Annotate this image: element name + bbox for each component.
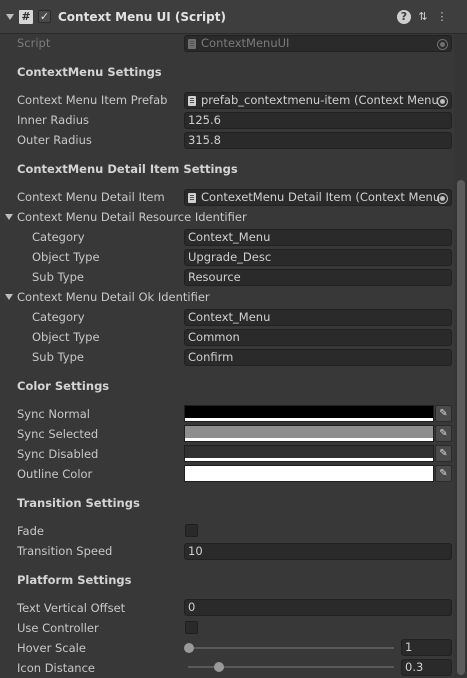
script-label: Script (17, 36, 51, 50)
ok-object-type-label: Object Type (32, 330, 100, 344)
inspector-scrollbar[interactable] (454, 34, 467, 678)
sync-selected-color-field[interactable] (184, 425, 434, 442)
text-vertical-offset-input[interactable]: 0 (184, 599, 452, 616)
presets-icon[interactable]: ⇅ (416, 10, 430, 24)
ok-sub-type-input[interactable]: Confirm (184, 349, 452, 366)
ok-category-input[interactable]: Context_Menu (184, 309, 452, 326)
icon-distance-input[interactable]: 0.3 (401, 659, 452, 676)
section-detail-item-settings: ContextMenu Detail Item Settings (17, 162, 238, 176)
ok-object-type-input[interactable]: Common (184, 329, 452, 346)
resource-category-label: Category (32, 230, 85, 244)
item-prefab-value: prefab_contextmenu-item (Context Menu (201, 93, 439, 107)
object-picker-icon[interactable] (437, 96, 448, 107)
detail-item-field[interactable]: ContexetMenu Detail Item (Context Menu (184, 189, 452, 206)
ok-identifier-foldout-icon[interactable] (5, 294, 13, 300)
sync-disabled-label: Sync Disabled (17, 447, 99, 461)
hover-scale-slider-track[interactable] (188, 647, 394, 649)
item-prefab-field[interactable]: prefab_contextmenu-item (Context Menu (184, 92, 452, 109)
resource-object-type-input[interactable]: Upgrade_Desc (184, 249, 452, 266)
text-vertical-offset-label: Text Vertical Offset (17, 601, 126, 615)
eyedropper-icon[interactable]: ✎ (435, 465, 452, 482)
prefab-icon (188, 96, 196, 106)
help-icon[interactable]: ? (397, 10, 411, 24)
resource-identifier-foldout-icon[interactable] (5, 214, 13, 220)
hover-scale-slider-handle[interactable] (184, 643, 194, 653)
section-contextmenu-settings: ContextMenu Settings (17, 65, 162, 79)
sync-disabled-color-field[interactable] (184, 445, 434, 462)
script-value: ContextMenuUI (201, 36, 290, 50)
eyedropper-icon[interactable]: ✎ (435, 445, 452, 462)
object-picker-icon[interactable] (437, 193, 448, 204)
component-title: Context Menu UI (Script) (58, 10, 226, 24)
section-platform-settings: Platform Settings (17, 573, 132, 587)
resource-category-input[interactable]: Context_Menu (184, 229, 452, 246)
transition-speed-input[interactable]: 10 (184, 543, 452, 560)
scrollbar-thumb[interactable] (457, 180, 465, 675)
resource-identifier-label[interactable]: Context Menu Detail Resource Identifier (17, 208, 247, 226)
detail-item-label: Context Menu Detail Item (17, 190, 165, 204)
hover-scale-input[interactable]: 1 (401, 639, 452, 656)
inner-radius-label: Inner Radius (17, 113, 89, 127)
icon-distance-label: Icon Distance (17, 661, 95, 675)
fade-checkbox[interactable] (185, 524, 198, 537)
component-enabled-checkbox[interactable]: ✓ (38, 10, 51, 23)
item-prefab-label: Context Menu Item Prefab (17, 93, 168, 107)
alpha-bar (185, 438, 433, 441)
use-controller-label: Use Controller (17, 621, 99, 635)
sync-selected-label: Sync Selected (17, 427, 99, 441)
eyedropper-icon[interactable]: ✎ (435, 425, 452, 442)
hover-scale-label: Hover Scale (17, 641, 86, 655)
resource-sub-type-label: Sub Type (32, 270, 84, 284)
outline-color-field[interactable] (184, 465, 434, 482)
context-menu-icon[interactable]: ⋮ (435, 10, 449, 24)
sync-normal-label: Sync Normal (17, 407, 90, 421)
ok-identifier-label[interactable]: Context Menu Detail Ok Identifier (17, 288, 210, 306)
prefab-icon (188, 193, 196, 203)
use-controller-checkbox[interactable] (185, 621, 198, 634)
inner-radius-input[interactable]: 125.6 (184, 112, 452, 129)
outline-color-label: Outline Color (17, 467, 93, 481)
script-field[interactable]: ContextMenuUI (184, 35, 452, 52)
ok-sub-type-label: Sub Type (32, 350, 84, 364)
section-color-settings: Color Settings (17, 379, 110, 393)
resource-sub-type-input[interactable]: Resource (184, 269, 452, 286)
transition-speed-label: Transition Speed (17, 544, 113, 558)
component-header: # ✓ Context Menu UI (Script) ? ⇅ ⋮ (0, 0, 467, 34)
script-file-icon (188, 39, 196, 49)
sync-normal-color-field[interactable] (184, 405, 434, 422)
icon-distance-slider-handle[interactable] (214, 662, 224, 672)
ok-category-label: Category (32, 310, 85, 324)
alpha-bar (185, 418, 433, 421)
object-picker-icon[interactable] (437, 39, 448, 50)
foldout-arrow-icon[interactable] (6, 14, 14, 20)
fade-label: Fade (17, 524, 44, 538)
section-transition-settings: Transition Settings (17, 496, 140, 510)
script-icon: # (19, 10, 33, 24)
outer-radius-input[interactable]: 315.8 (184, 132, 452, 149)
eyedropper-icon[interactable]: ✎ (435, 405, 452, 422)
alpha-bar (185, 478, 433, 481)
outer-radius-label: Outer Radius (17, 133, 92, 147)
detail-item-value: ContexetMenu Detail Item (Context Menu (201, 190, 441, 204)
alpha-bar (185, 458, 433, 461)
resource-object-type-label: Object Type (32, 250, 100, 264)
